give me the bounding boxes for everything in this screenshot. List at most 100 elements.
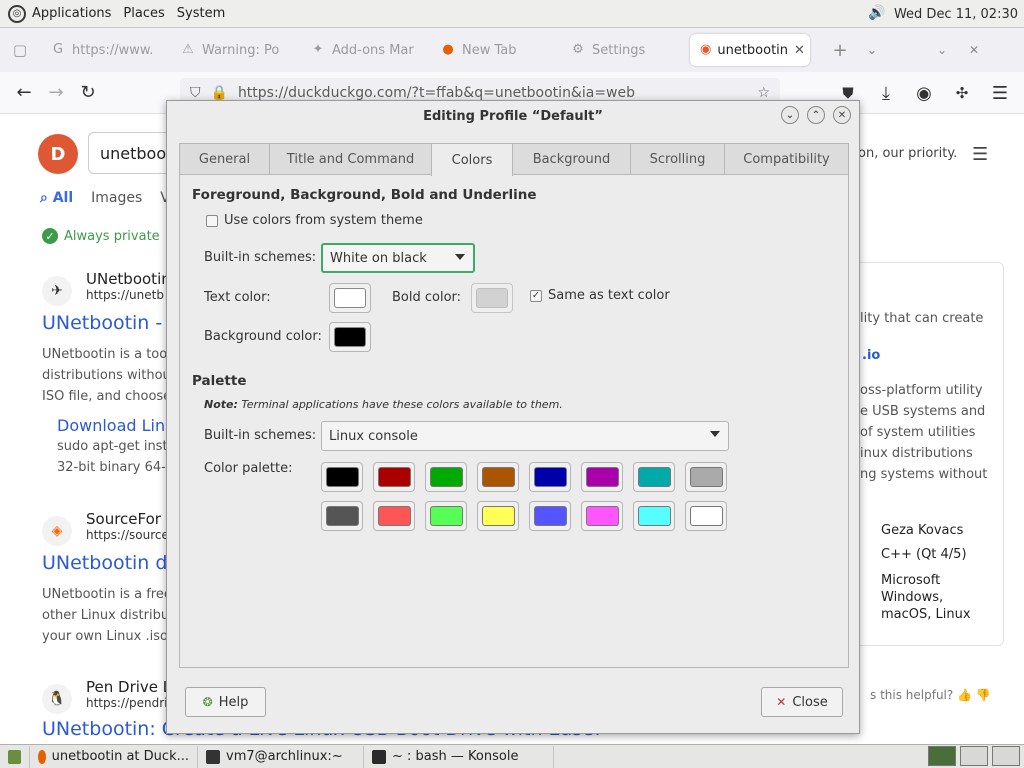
result-site[interactable]: SourceFor [86,510,161,528]
use-system-theme-checkbox[interactable] [206,215,218,227]
palette-color-12-button[interactable] [529,501,571,531]
palette-color-5-button[interactable] [581,462,623,492]
taskbar-item-firefox[interactable]: unetbootin at Duck... [30,745,198,768]
browser-tab-5[interactable]: ⚙ Settings [560,34,690,66]
palette-color-4-button[interactable] [529,462,571,492]
palette-color-3-button[interactable] [477,462,519,492]
thumbs-up-icon[interactable]: 👍 [957,688,972,702]
taskbar-item-konsole[interactable]: ~ : bash — Konsole [364,745,554,768]
download-linux-link[interactable]: Download Linu [57,416,175,435]
palette-color-13-button[interactable] [581,501,623,531]
volume-icon[interactable]: 🔊 [868,5,886,23]
tab-title-and-command[interactable]: Title and Command [269,143,432,175]
duckduckgo-logo[interactable]: D [38,134,78,174]
tab-background[interactable]: Background [512,143,631,175]
tab-compatibility[interactable]: Compatibility [724,143,849,175]
palette-color-8-button[interactable] [321,501,363,531]
palette-schemes-combo[interactable]: Linux console [321,421,729,451]
same-as-text-label[interactable]: Same as text color [548,288,670,303]
result-url[interactable]: https://unetb [86,288,164,302]
background-color-swatch [334,327,366,347]
palette-color-10-button[interactable] [425,501,467,531]
use-system-theme-label[interactable]: Use colors from system theme [224,213,423,228]
builtin-schemes-combo[interactable]: White on black [321,243,475,273]
clock[interactable]: Wed Dec 11, 02:30 [894,7,1018,22]
palette-color-1-button[interactable] [373,462,415,492]
info-language: C++ (Qt 4/5) [881,547,967,562]
dialog-titlebar[interactable]: Editing Profile “Default” ⌄ ⌃ ✕ [167,101,859,131]
system-menu[interactable]: System [177,6,225,21]
shield-icon[interactable]: ⛉ [190,85,201,101]
palette-color-7-button[interactable] [685,462,727,492]
info-link[interactable]: .io [862,348,880,363]
tab-overview-icon[interactable]: ▢ [0,34,40,66]
result-title[interactable]: UNetbootin - [42,312,162,334]
bold-color-button[interactable] [471,283,513,313]
same-as-text-checkbox[interactable]: ✓ [530,290,542,302]
extensions-icon[interactable]: ✣ [946,77,978,109]
show-desktop-icon[interactable] [0,745,30,768]
background-color-button[interactable] [329,322,371,352]
browser-tab-3[interactable]: ✦ Add-ons Mar [300,34,430,66]
thumbs-down-icon[interactable]: 👎 [976,688,991,702]
palette-swatch [429,467,463,487]
palette-color-6-button[interactable] [633,462,675,492]
minimize-icon[interactable]: ⌄ [781,106,799,124]
info-line: e USB systems and [860,404,986,419]
taskbar-item-terminal[interactable]: vm7@archlinux:~ [198,745,364,768]
palette-color-14-button[interactable] [633,501,675,531]
tab-colors[interactable]: Colors [431,143,513,176]
palette-color-9-button[interactable] [373,501,415,531]
tab-all[interactable]: ⌕ All [40,190,73,206]
browser-tab-2[interactable]: ⚠ Warning: Po [170,34,300,66]
url-text[interactable]: https://duckduckgo.com/?t=ffab&q=unetboo… [238,85,635,101]
bookmark-star-icon[interactable]: ☆ [757,85,770,101]
tab-general[interactable]: General [179,143,270,175]
browser-tab-4[interactable]: ● New Tab [430,34,560,66]
workspace-1-icon[interactable] [928,746,956,766]
minimize-window-icon[interactable]: ⌄ [926,34,958,66]
forward-arrow-icon[interactable]: → [40,77,72,109]
result-url[interactable]: https://pendri [86,696,168,710]
page-menu-icon[interactable]: ☰ [972,144,988,165]
lock-icon[interactable]: 🔒 [211,85,228,101]
help-button[interactable]: ❂ Help [185,687,266,717]
result-snippet: UNetbootin is a free other Linux distrib… [42,584,174,647]
mate-logo-icon[interactable]: ◎ [8,4,26,23]
reload-icon[interactable]: ↻ [72,77,104,109]
palette-color-0-button[interactable] [321,462,363,492]
result-url[interactable]: https://source [86,528,169,542]
result-site[interactable]: UNetbootin [86,270,171,288]
workspace-3-icon[interactable] [992,746,1020,766]
close-button[interactable]: ✕ Close [761,687,843,717]
menu-icon[interactable]: ☰ [984,77,1016,109]
downloads-icon[interactable]: ⤓ [870,77,902,109]
always-private-badge[interactable]: ✓ Always private [42,228,160,244]
result-title[interactable]: UNetbootin d [42,552,167,574]
text-color-button[interactable] [329,283,371,313]
close-icon[interactable]: ✕ [833,106,851,124]
palette-color-15-button[interactable] [685,501,727,531]
close-tab-icon[interactable]: ✕ [794,43,805,58]
browser-tab-6-active[interactable]: ◉ unetbootin ✕ [690,34,810,66]
workspace-2-icon[interactable] [960,746,988,766]
account-icon[interactable]: ◉ [908,77,940,109]
palette-color-11-button[interactable] [477,501,519,531]
palette-color-2-button[interactable] [425,462,467,492]
privacy-banner-text: on, our priority. [858,146,958,161]
firefox-icon: ● [442,42,454,57]
close-window-icon[interactable]: ✕ [958,34,990,66]
maximize-icon[interactable]: ⌃ [807,106,825,124]
new-tab-icon[interactable]: + [824,34,856,66]
help-label: Help [218,694,249,710]
applications-menu[interactable]: Applications [32,6,111,21]
browser-tab-1[interactable]: Ghttps://www. [40,34,170,66]
tab-scrolling[interactable]: Scrolling [630,143,725,175]
palette-swatch [429,506,463,526]
tab-list-icon[interactable]: ⌄ [856,34,888,66]
back-arrow-icon[interactable]: ← [8,77,40,109]
places-menu[interactable]: Places [123,6,164,21]
tab-images[interactable]: Images [91,190,142,206]
pendrive-favicon: 🐧 [42,684,72,714]
result-site[interactable]: Pen Drive L [86,678,171,696]
